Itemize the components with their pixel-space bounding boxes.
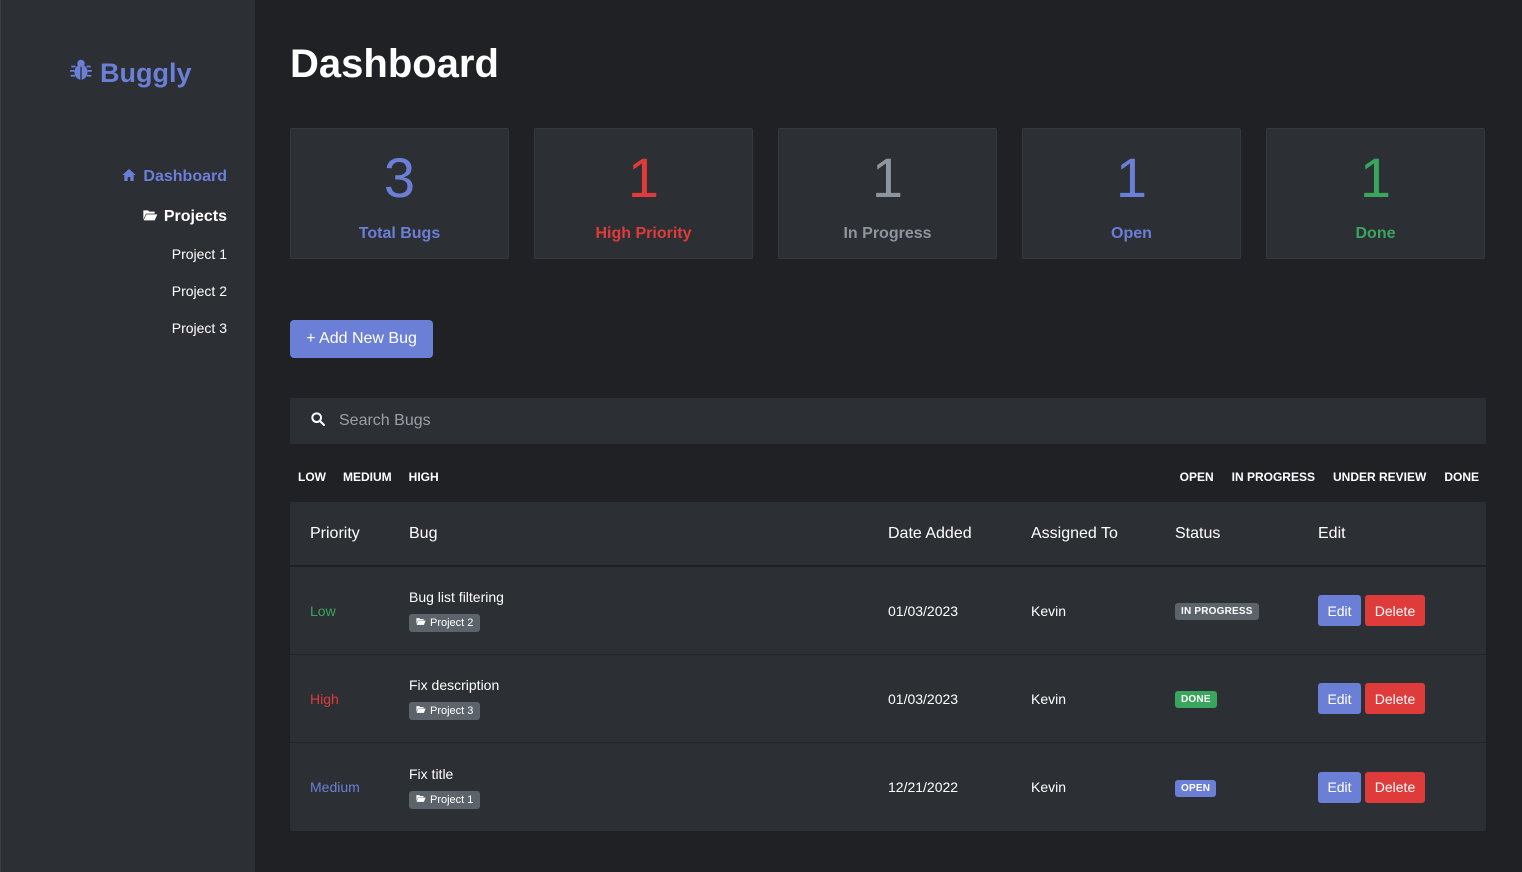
edit-button[interactable]: Edit xyxy=(1318,771,1361,803)
date-cell: 01/03/2023 xyxy=(888,602,959,619)
delete-button[interactable]: Delete xyxy=(1365,771,1425,803)
stat-card-done: 1 Done xyxy=(1266,128,1485,259)
project-badge[interactable]: Project 2 xyxy=(409,614,481,632)
edit-button[interactable]: Edit xyxy=(1318,595,1361,626)
date-cell: 01/03/2023 xyxy=(888,690,959,707)
folder-open-icon xyxy=(142,207,158,228)
actions-cell: Edit Delete xyxy=(1318,771,1486,803)
assigned-cell: Kevin xyxy=(1031,779,1067,795)
table-row: High Fix description Project 3 01/03/202… xyxy=(290,655,1486,743)
delete-button[interactable]: Delete xyxy=(1365,595,1425,626)
sidebar-nav: Dashboard Projects Project 1 Project 2 P… xyxy=(121,166,227,357)
sidebar-item-projects[interactable]: Projects xyxy=(121,206,227,228)
filter-high[interactable]: HIGH xyxy=(409,470,439,484)
bug-cell: Bug list filtering Project 2 xyxy=(409,589,888,632)
filter-open[interactable]: OPEN xyxy=(1180,470,1214,484)
stat-label: In Progress xyxy=(843,225,932,242)
app: Buggly Dashboard Projects Project 1 Proj… xyxy=(0,0,1522,872)
search-bar xyxy=(290,398,1486,444)
table-header: Priority Bug Date Added Assigned To Stat… xyxy=(290,502,1486,567)
status-cell: OPEN xyxy=(1175,778,1318,797)
bug-cell: Fix description Project 3 xyxy=(409,677,888,720)
filter-medium[interactable]: MEDIUM xyxy=(343,470,392,484)
stat-card-high-priority: 1 High Priority xyxy=(534,128,753,259)
sidebar-item-dashboard[interactable]: Dashboard xyxy=(121,166,227,188)
stat-value: 1 xyxy=(871,146,904,209)
column-header-assigned[interactable]: Assigned To xyxy=(1031,525,1175,543)
project-badge[interactable]: Project 3 xyxy=(409,702,481,720)
filter-done[interactable]: DONE xyxy=(1444,470,1479,484)
bug-title[interactable]: Fix title xyxy=(409,766,888,782)
sidebar: Buggly Dashboard Projects Project 1 Proj… xyxy=(0,0,255,872)
stat-value: 1 xyxy=(1359,146,1392,209)
priority-cell: Medium xyxy=(310,779,360,795)
sidebar-item-label: Projects xyxy=(163,208,227,225)
main-content: Dashboard 3 Total Bugs 1 High Priority 1… xyxy=(255,0,1522,872)
status-badge: OPEN xyxy=(1175,779,1217,797)
actions-cell: Edit Delete xyxy=(1318,683,1486,714)
edit-button[interactable]: Edit xyxy=(1318,683,1361,714)
stat-label: Done xyxy=(1355,225,1396,242)
column-header-date[interactable]: Date Added xyxy=(888,525,1031,543)
stat-label: Open xyxy=(1111,225,1152,242)
status-badge: DONE xyxy=(1175,691,1217,708)
assigned-cell: Kevin xyxy=(1031,602,1067,619)
brand-logo[interactable]: Buggly xyxy=(68,57,192,90)
bug-title[interactable]: Bug list filtering xyxy=(409,589,888,605)
search-input[interactable] xyxy=(339,412,1439,430)
stat-value: 1 xyxy=(627,146,660,209)
stat-card-open: 1 Open xyxy=(1022,128,1241,259)
project-badge[interactable]: Project 1 xyxy=(409,790,481,809)
stat-label: High Priority xyxy=(595,225,692,242)
assigned-cell: Kevin xyxy=(1031,690,1067,707)
folder-open-icon xyxy=(416,794,426,806)
sidebar-item-project-2[interactable]: Project 2 xyxy=(121,283,227,301)
stats-row: 3 Total Bugs 1 High Priority 1 In Progre… xyxy=(290,128,1485,259)
stat-card-in-progress: 1 In Progress xyxy=(778,128,997,259)
search-icon xyxy=(310,411,326,432)
status-cell: IN PROGRESS xyxy=(1175,601,1318,620)
status-cell: DONE xyxy=(1175,689,1318,708)
sidebar-item-project-3[interactable]: Project 3 xyxy=(121,320,227,338)
stat-label: Total Bugs xyxy=(358,225,441,242)
status-badge: IN PROGRESS xyxy=(1175,603,1259,620)
bugs-table: Priority Bug Date Added Assigned To Stat… xyxy=(290,502,1486,831)
date-cell: 12/21/2022 xyxy=(888,779,959,795)
column-header-edit: Edit xyxy=(1318,524,1346,542)
status-filters: OPEN IN PROGRESS UNDER REVIEW DONE xyxy=(1180,470,1479,484)
stat-value: 3 xyxy=(383,146,416,209)
add-bug-button[interactable]: + Add New Bug xyxy=(290,320,433,358)
table-row: Low Bug list filtering Project 2 01/03/2… xyxy=(290,567,1486,655)
priority-filters: LOW MEDIUM HIGH xyxy=(298,470,439,484)
stat-card-total: 3 Total Bugs xyxy=(290,128,509,259)
project-badge-label: Project 1 xyxy=(430,793,474,806)
page-title: Dashboard xyxy=(290,42,499,86)
column-header-status[interactable]: Status xyxy=(1175,525,1318,543)
bug-icon xyxy=(68,57,94,90)
delete-button[interactable]: Delete xyxy=(1365,683,1425,714)
table-row: Medium Fix title Project 1 12/21/2022 Ke… xyxy=(290,743,1486,831)
filter-low[interactable]: LOW xyxy=(298,470,326,484)
actions-cell: Edit Delete xyxy=(1318,595,1486,626)
filter-under-review[interactable]: UNDER REVIEW xyxy=(1333,470,1426,484)
brand-name: Buggly xyxy=(100,58,192,88)
folder-open-icon xyxy=(416,705,426,717)
folder-open-icon xyxy=(416,617,426,629)
project-badge-label: Project 3 xyxy=(430,705,474,717)
priority-cell: High xyxy=(310,690,339,707)
stat-value: 1 xyxy=(1115,146,1148,209)
filter-in-progress[interactable]: IN PROGRESS xyxy=(1232,470,1315,484)
priority-cell: Low xyxy=(310,602,336,619)
sidebar-item-label: Dashboard xyxy=(143,168,227,185)
column-header-priority[interactable]: Priority xyxy=(290,525,409,543)
bug-title[interactable]: Fix description xyxy=(409,677,888,693)
home-icon xyxy=(121,167,137,188)
bug-cell: Fix title Project 1 xyxy=(409,766,888,809)
sidebar-item-project-1[interactable]: Project 1 xyxy=(121,246,227,264)
project-badge-label: Project 2 xyxy=(430,617,474,629)
column-header-bug[interactable]: Bug xyxy=(409,525,888,543)
